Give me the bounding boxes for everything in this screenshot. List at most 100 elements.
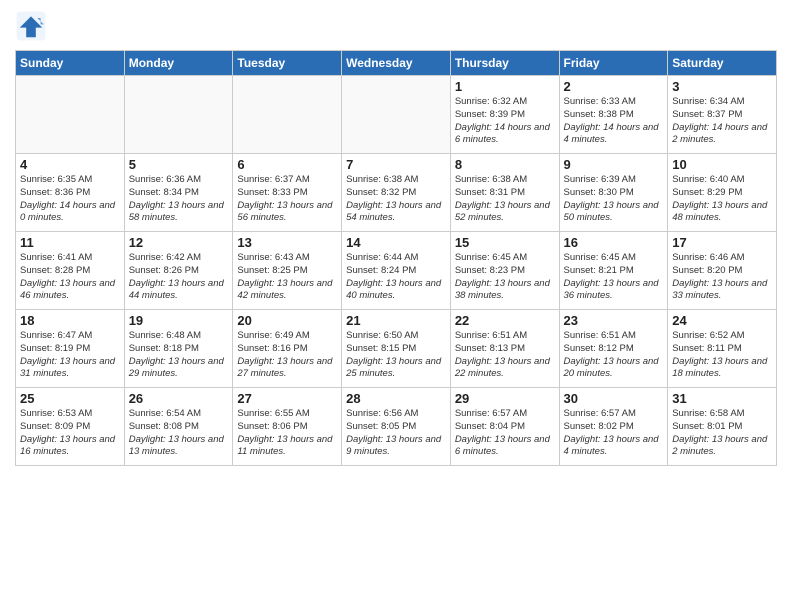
day-cell: 8 Sunrise: 6:38 AMSunset: 8:31 PMDaylight… [450, 154, 559, 232]
day-info: Sunrise: 6:32 AMSunset: 8:39 PMDaylight:… [455, 96, 555, 147]
day-cell: 12 Sunrise: 6:42 AMSunset: 8:26 PMDayligh… [124, 232, 233, 310]
day-number: 18 [20, 313, 120, 328]
day-number: 20 [237, 313, 337, 328]
day-cell: 1 Sunrise: 6:32 AMSunset: 8:39 PMDaylight… [450, 76, 559, 154]
daylight-label: Daylight: 13 hours and 22 minutes. [455, 356, 550, 380]
day-number: 28 [346, 391, 446, 406]
daylight-label: Daylight: 14 hours and 2 minutes. [672, 122, 767, 146]
day-info: Sunrise: 6:46 AMSunset: 8:20 PMDaylight:… [672, 252, 772, 303]
logo-icon [15, 10, 47, 42]
day-cell: 3Sunrise: 6:34 AMSunset: 8:37 PMDaylight… [668, 76, 777, 154]
day-info: Sunrise: 6:47 AMSunset: 8:19 PMDaylight:… [20, 330, 120, 381]
day-info: Sunrise: 6:50 AMSunset: 8:15 PMDaylight:… [346, 330, 446, 381]
daylight-label: Daylight: 13 hours and 11 minutes. [237, 434, 332, 458]
day-number: 27 [237, 391, 337, 406]
daylight-label: Daylight: 13 hours and 56 minutes. [237, 200, 332, 224]
weekday-tuesday: Tuesday [233, 51, 342, 76]
day-cell: 14Sunrise: 6:44 AMSunset: 8:24 PMDayligh… [342, 232, 451, 310]
week-row-0: 1 Sunrise: 6:32 AMSunset: 8:39 PMDaylight… [16, 76, 777, 154]
weekday-sunday: Sunday [16, 51, 125, 76]
daylight-label: Daylight: 13 hours and 20 minutes. [564, 356, 659, 380]
day-cell: 10Sunrise: 6:40 AMSunset: 8:29 PMDayligh… [668, 154, 777, 232]
day-cell: 15 Sunrise: 6:45 AMSunset: 8:23 PMDayligh… [450, 232, 559, 310]
logo [15, 10, 53, 42]
day-cell: 25 Sunrise: 6:53 AMSunset: 8:09 PMDayligh… [16, 388, 125, 466]
daylight-label: Daylight: 13 hours and 36 minutes. [564, 278, 659, 302]
day-info: Sunrise: 6:57 AMSunset: 8:02 PMDaylight:… [564, 408, 664, 459]
day-number: 14 [346, 235, 446, 250]
day-cell: 4 Sunrise: 6:35 AMSunset: 8:36 PMDaylight… [16, 154, 125, 232]
day-cell: 19Sunrise: 6:48 AMSunset: 8:18 PMDayligh… [124, 310, 233, 388]
daylight-label: Daylight: 13 hours and 18 minutes. [672, 356, 767, 380]
day-number: 16 [564, 235, 664, 250]
weekday-saturday: Saturday [668, 51, 777, 76]
day-info: Sunrise: 6:52 AMSunset: 8:11 PMDaylight:… [672, 330, 772, 381]
day-cell: 16Sunrise: 6:45 AMSunset: 8:21 PMDayligh… [559, 232, 668, 310]
day-info: Sunrise: 6:54 AMSunset: 8:08 PMDaylight:… [129, 408, 229, 459]
weekday-wednesday: Wednesday [342, 51, 451, 76]
day-number: 4 [20, 157, 120, 172]
day-info: Sunrise: 6:42 AMSunset: 8:26 PMDaylight:… [129, 252, 229, 303]
day-cell: 24 Sunrise: 6:52 AMSunset: 8:11 PMDayligh… [668, 310, 777, 388]
day-number: 12 [129, 235, 229, 250]
day-number: 25 [20, 391, 120, 406]
day-number: 1 [455, 79, 555, 94]
page: SundayMondayTuesdayWednesdayThursdayFrid… [0, 0, 792, 612]
daylight-label: Daylight: 13 hours and 9 minutes. [346, 434, 441, 458]
day-cell: 23Sunrise: 6:51 AMSunset: 8:12 PMDayligh… [559, 310, 668, 388]
day-info: Sunrise: 6:43 AMSunset: 8:25 PMDaylight:… [237, 252, 337, 303]
day-cell: 13 Sunrise: 6:43 AMSunset: 8:25 PMDayligh… [233, 232, 342, 310]
day-cell [342, 76, 451, 154]
day-cell: 5Sunrise: 6:36 AMSunset: 8:34 PMDaylight… [124, 154, 233, 232]
day-number: 2 [564, 79, 664, 94]
day-info: Sunrise: 6:33 AMSunset: 8:38 PMDaylight:… [564, 96, 664, 147]
day-number: 26 [129, 391, 229, 406]
day-info: Sunrise: 6:51 AMSunset: 8:12 PMDaylight:… [564, 330, 664, 381]
day-info: Sunrise: 6:51 AMSunset: 8:13 PMDaylight:… [455, 330, 555, 381]
calendar-table: SundayMondayTuesdayWednesdayThursdayFrid… [15, 50, 777, 466]
day-number: 11 [20, 235, 120, 250]
daylight-label: Daylight: 13 hours and 29 minutes. [129, 356, 224, 380]
day-cell: 9Sunrise: 6:39 AMSunset: 8:30 PMDaylight… [559, 154, 668, 232]
day-number: 22 [455, 313, 555, 328]
week-row-3: 18 Sunrise: 6:47 AMSunset: 8:19 PMDayligh… [16, 310, 777, 388]
day-number: 9 [564, 157, 664, 172]
daylight-label: Daylight: 13 hours and 6 minutes. [455, 434, 550, 458]
day-number: 29 [455, 391, 555, 406]
weekday-header-row: SundayMondayTuesdayWednesdayThursdayFrid… [16, 51, 777, 76]
day-cell [124, 76, 233, 154]
weekday-thursday: Thursday [450, 51, 559, 76]
day-cell: 29Sunrise: 6:57 AMSunset: 8:04 PMDayligh… [450, 388, 559, 466]
weekday-monday: Monday [124, 51, 233, 76]
day-info: Sunrise: 6:36 AMSunset: 8:34 PMDaylight:… [129, 174, 229, 225]
daylight-label: Daylight: 13 hours and 48 minutes. [672, 200, 767, 224]
day-info: Sunrise: 6:53 AMSunset: 8:09 PMDaylight:… [20, 408, 120, 459]
day-info: Sunrise: 6:38 AMSunset: 8:31 PMDaylight:… [455, 174, 555, 225]
day-cell: 17Sunrise: 6:46 AMSunset: 8:20 PMDayligh… [668, 232, 777, 310]
day-cell: 27Sunrise: 6:55 AMSunset: 8:06 PMDayligh… [233, 388, 342, 466]
day-info: Sunrise: 6:48 AMSunset: 8:18 PMDaylight:… [129, 330, 229, 381]
daylight-label: Daylight: 13 hours and 44 minutes. [129, 278, 224, 302]
day-number: 24 [672, 313, 772, 328]
day-cell: 6Sunrise: 6:37 AMSunset: 8:33 PMDaylight… [233, 154, 342, 232]
daylight-label: Daylight: 13 hours and 42 minutes. [237, 278, 332, 302]
day-info: Sunrise: 6:35 AMSunset: 8:36 PMDaylight:… [20, 174, 120, 225]
daylight-label: Daylight: 14 hours and 4 minutes. [564, 122, 659, 146]
day-cell: 28Sunrise: 6:56 AMSunset: 8:05 PMDayligh… [342, 388, 451, 466]
day-number: 13 [237, 235, 337, 250]
daylight-label: Daylight: 13 hours and 16 minutes. [20, 434, 115, 458]
week-row-2: 11 Sunrise: 6:41 AMSunset: 8:28 PMDayligh… [16, 232, 777, 310]
day-cell: 18 Sunrise: 6:47 AMSunset: 8:19 PMDayligh… [16, 310, 125, 388]
day-info: Sunrise: 6:45 AMSunset: 8:23 PMDaylight:… [455, 252, 555, 303]
day-cell [233, 76, 342, 154]
daylight-label: Daylight: 14 hours and 6 minutes. [455, 122, 550, 146]
day-number: 8 [455, 157, 555, 172]
daylight-label: Daylight: 14 hours and 0 minutes. [20, 200, 115, 224]
day-cell: 26 Sunrise: 6:54 AMSunset: 8:08 PMDayligh… [124, 388, 233, 466]
daylight-label: Daylight: 13 hours and 50 minutes. [564, 200, 659, 224]
day-number: 21 [346, 313, 446, 328]
day-info: Sunrise: 6:41 AMSunset: 8:28 PMDaylight:… [20, 252, 120, 303]
day-number: 31 [672, 391, 772, 406]
day-cell: 31Sunrise: 6:58 AMSunset: 8:01 PMDayligh… [668, 388, 777, 466]
day-number: 15 [455, 235, 555, 250]
